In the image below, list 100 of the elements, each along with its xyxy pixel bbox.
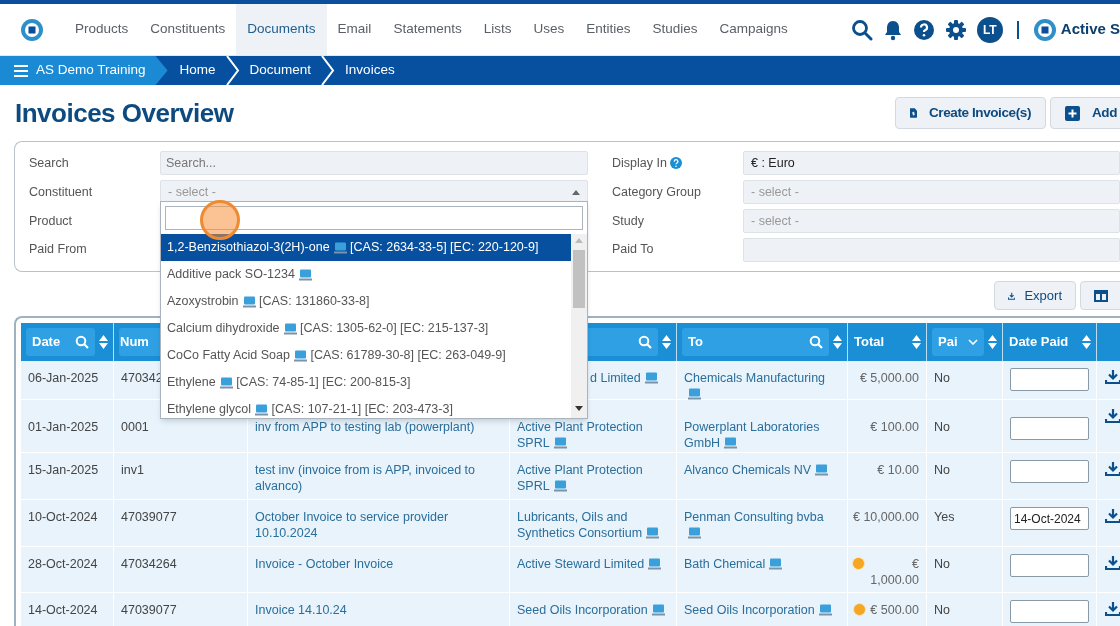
column-header[interactable]: Total <box>853 332 885 352</box>
cell-text: Yes <box>934 510 955 524</box>
entity-link[interactable]: Seed Oils Incorporation <box>517 602 665 618</box>
breadcrumb-link[interactable]: Invoices <box>335 60 405 81</box>
date-paid-field[interactable] <box>1010 600 1089 623</box>
sort-icon[interactable] <box>99 335 108 349</box>
computer-icon <box>688 527 701 539</box>
entity-link[interactable]: Chemicals Manufacturing <box>684 370 840 402</box>
invoice-link[interactable]: October Invoice to service provider 10.10.2024 <box>255 509 502 541</box>
nav-link[interactable]: Uses <box>522 4 576 55</box>
entity-link[interactable]: Active Steward Limited <box>517 556 662 572</box>
date-paid-field[interactable]: 14-Oct-2024 <box>1010 507 1089 530</box>
invoice-link[interactable]: test inv (invoice from is APP, invoiced to alvanco) <box>255 462 502 494</box>
cell-text: € 500.00 <box>870 602 919 618</box>
cell-text: No <box>934 463 950 477</box>
dropdown-option[interactable]: Azoxystrobin [CAS: 131860-33-8] <box>161 288 571 315</box>
invoice-link[interactable]: Invoice 14.10.24 <box>255 602 347 618</box>
download-icon[interactable] <box>1105 369 1120 384</box>
nav-link[interactable]: Constituents <box>139 4 237 55</box>
cell-text: 06-Jan-2025 <box>28 371 99 385</box>
nav-link[interactable]: Statements <box>382 4 473 55</box>
search-icon <box>638 335 652 349</box>
entity-link[interactable]: Powerplant Laboratories GmbH <box>684 419 840 451</box>
create-button[interactable]: Create Invoice(s) <box>895 97 1046 129</box>
dropdown-option[interactable]: Ethylene glycol [CAS: 107-21-1] [EC: 203-473-3] <box>161 396 571 418</box>
cell-text: 47034264 <box>121 557 177 571</box>
logo-icon[interactable] <box>20 17 44 42</box>
settings-icon[interactable] <box>944 18 967 41</box>
breadcrumb-link[interactable]: Home <box>167 60 226 81</box>
nav-link[interactable]: Lists <box>472 4 523 55</box>
download-icon[interactable] <box>1105 555 1120 570</box>
logo-icon <box>1032 17 1057 42</box>
download-icon[interactable] <box>1105 408 1120 423</box>
columns-icon <box>1094 289 1108 302</box>
search-field[interactable]: Search... <box>160 151 588 176</box>
cell-text: 47039077 <box>121 603 177 617</box>
nav-link[interactable]: Email <box>326 4 383 55</box>
sort-icon[interactable] <box>912 335 921 349</box>
dropdown-option[interactable]: Ethylene [CAS: 74-85-1] [EC: 200-815-3] <box>161 369 571 396</box>
cell-text: € 100.00 <box>870 419 919 435</box>
nav-link[interactable]: Documents <box>236 4 327 55</box>
sort-icon[interactable] <box>988 335 997 349</box>
bell-icon[interactable] <box>882 18 903 41</box>
search-icon[interactable] <box>850 18 873 41</box>
filter-label: Display In <box>612 155 667 172</box>
nav-link[interactable]: Studies <box>641 4 709 55</box>
entity-link[interactable]: Bath Chemical <box>684 556 783 572</box>
computer-icon <box>815 464 829 476</box>
invoice-link[interactable]: inv from APP to testing lab (powerplant) <box>255 419 475 435</box>
export-button[interactable]: Export <box>994 281 1076 310</box>
nav-link[interactable]: Products <box>64 4 140 55</box>
download-icon[interactable] <box>1105 601 1120 616</box>
scrollbar[interactable] <box>571 234 587 418</box>
breadcrumb-link[interactable]: Document <box>239 60 322 81</box>
date-paid-field[interactable] <box>1010 417 1089 440</box>
invoice-link[interactable]: Invoice - October Invoice <box>255 556 394 572</box>
dropdown-option[interactable]: CoCo Fatty Acid Soap [CAS: 61789-30-8] [EC: 263-049-9] <box>161 342 571 369</box>
user-avatar[interactable]: LT <box>976 16 1003 43</box>
computer-icon <box>298 268 312 281</box>
input-field[interactable] <box>743 237 1120 262</box>
sort-icon[interactable] <box>1082 335 1091 349</box>
dropdown-option[interactable]: Calcium dihydroxide [CAS: 1305-62-0] [EC: 215-137-3] <box>161 315 571 342</box>
search-icon <box>809 335 823 349</box>
entity-link[interactable]: Seed Oils Incorporation <box>684 602 832 618</box>
date-paid-field[interactable] <box>1010 460 1089 483</box>
menu-icon[interactable] <box>14 64 28 77</box>
computer-icon <box>283 322 297 335</box>
sort-icon[interactable] <box>833 335 842 349</box>
computer-icon <box>294 349 307 362</box>
select-field[interactable]: € : Euro <box>743 151 1120 176</box>
download-icon[interactable] <box>1105 508 1120 523</box>
nav-link[interactable]: Entities <box>575 4 642 55</box>
download-icon[interactable] <box>1105 461 1120 476</box>
scroll-thumb[interactable] <box>573 250 585 308</box>
date-paid-field[interactable] <box>1010 554 1089 577</box>
date-paid-field[interactable] <box>1010 368 1089 391</box>
add-button[interactable]: Add <box>1050 97 1120 129</box>
filter-label: Search <box>29 155 69 172</box>
help-icon[interactable] <box>669 157 682 170</box>
help-icon[interactable] <box>912 18 935 41</box>
computer-icon <box>553 437 567 449</box>
entity-link[interactable]: Alvanco Chemicals NV <box>684 462 829 478</box>
dropdown-search-field[interactable] <box>165 206 583 230</box>
computer-icon <box>255 403 269 416</box>
entity-link[interactable]: Lubricants, Oils and Synthetics Consortium <box>517 509 669 541</box>
cell-text: No <box>934 557 950 571</box>
scroll-down-icon[interactable] <box>575 406 583 412</box>
cell-text: 14-Oct-2024 <box>28 603 98 617</box>
sort-icon[interactable] <box>662 335 671 349</box>
entity-link[interactable]: Active Plant Protection SPRL <box>517 462 669 494</box>
entity-link[interactable]: Active Plant Protection SPRL <box>517 419 669 451</box>
cell-text: No <box>934 371 950 385</box>
entity-link[interactable]: Penman Consulting bvba <box>684 509 840 541</box>
nav-link[interactable]: Campaigns <box>708 4 799 55</box>
entity-link[interactable]: d Limited <box>590 370 658 386</box>
dropdown-option[interactable]: 1,2-Benzisothiazol-3(2H)-one [CAS: 2634-33-5] [EC: 220-120-9] <box>161 234 571 261</box>
dropdown-option[interactable]: Additive pack SO-1234 <box>161 261 571 288</box>
filter-label: Paid To <box>612 241 654 259</box>
breadcrumb-link[interactable]: AS Demo Training <box>0 56 168 85</box>
column-header[interactable]: Date Paid <box>1008 332 1069 352</box>
